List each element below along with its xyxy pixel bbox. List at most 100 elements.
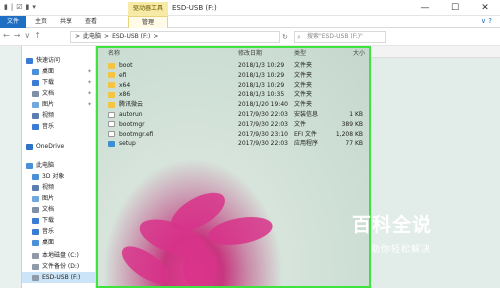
nav-item[interactable]: 图片 ✦ [22,99,96,110]
breadcrumb-this-pc[interactable]: 此电脑 [83,32,101,42]
file-name: efi [119,71,127,79]
file-name: 腾讯微云 [119,101,144,109]
folder-new-icon[interactable]: ▮ [26,3,30,12]
file-type: 文件 [294,120,307,128]
checkbox-icon[interactable]: ☑ [16,3,22,12]
search-input[interactable]: ⌕ 搜索"ESD-USB (F:)" [294,31,386,43]
drive-icon [32,252,39,259]
file-row[interactable]: setup 2017/9/30 22:03 应用程序 77 KB [98,139,369,148]
recent-dropdown-icon[interactable]: ∨ [24,31,30,40]
tab-share[interactable]: 共享 [55,16,77,28]
nav-item-label: 音乐 [42,228,55,235]
address-bar[interactable]: > 此电脑 > ESD-USB (F:) > [70,31,280,43]
file-row[interactable]: autorun 2017/9/30 22:03 安装信息 1 KB [98,110,369,119]
back-arrow-icon[interactable]: ← [3,31,10,40]
watermark-title: 百科全说 [352,214,433,236]
cloud-icon [26,143,33,150]
nav-item[interactable]: 3D 对象 [22,171,96,182]
breadcrumb-separator: > [75,33,81,40]
file-row[interactable]: x64 2018/1/3 10:29 文件夹 [98,81,369,90]
file-row[interactable]: boot 2018/1/3 10:29 文件夹 [98,61,369,70]
file-row[interactable]: 腾讯微云 2018/1/20 19:40 文件夹 [98,100,369,109]
column-size[interactable]: 大小 [353,48,365,60]
ribbon-expand-help[interactable]: ∨ ? [481,17,492,25]
file-date: 2018/1/3 10:35 [238,91,285,99]
file-date: 2017/9/30 22:03 [238,140,288,148]
folder-icon[interactable]: ▮ [4,3,8,12]
tab-view[interactable]: 查看 [80,16,102,28]
picture-icon [32,101,39,108]
nav-item[interactable]: 音乐 [22,121,96,132]
file-name: bootmgr [119,120,145,128]
nav-item[interactable]: 本地磁盘 (C:) [22,250,96,261]
nav-item[interactable]: 文件备份 (D:) [22,261,96,272]
nav-item-label: 视频 [42,112,55,119]
file-type: EFI 文件 [294,130,317,138]
folder-icon [108,91,115,98]
file-row[interactable]: bootmgr.efi 2017/9/30 23:10 EFI 文件 1,208 KB [98,130,369,139]
nav-item[interactable]: ESD-USB (F:) [22,272,96,283]
maximize-button[interactable]: ☐ [440,0,470,16]
navigation-buttons: ← → ∨ ↑ [3,31,41,40]
tab-home[interactable]: 主页 [30,16,52,28]
file-size: 77 KB [345,140,363,148]
nav-item[interactable]: 快速访问 [22,55,96,66]
column-name[interactable]: 名称 [108,48,120,60]
breadcrumb-separator: > [104,33,110,40]
nav-item[interactable]: 视频 [22,110,96,121]
usb-drive-icon [32,274,39,281]
star-icon [26,57,33,64]
nav-item-label: 此电脑 [36,162,55,169]
nav-item-label: ESD-USB (F:) [42,274,81,281]
file-name: x86 [119,91,131,99]
nav-item-label: 本地磁盘 (C:) [42,252,79,259]
file-row[interactable]: efi 2018/1/3 10:29 文件夹 [98,71,369,80]
nav-item[interactable]: 下载 ✦ [22,77,96,88]
up-arrow-icon[interactable]: ↑ [34,31,41,40]
column-type[interactable]: 类型 [294,48,306,60]
tab-file[interactable]: 文件 [0,16,26,28]
file-row[interactable]: bootmgr 2017/9/30 22:03 文件 389 KB [98,120,369,129]
breadcrumb-separator: > [153,33,159,40]
breadcrumb-drive[interactable]: ESD-USB (F:) [112,32,150,42]
address-row: ← → ∨ ↑ > 此电脑 > ESD-USB (F:) > ↻ ⌕ 搜索"ES… [0,28,500,46]
dropdown-arrow-icon[interactable]: ▾ [32,3,36,12]
nav-item-label: 视频 [42,184,55,191]
file-date: 2018/1/20 19:40 [238,101,288,109]
nav-item[interactable]: 此电脑 [22,160,96,171]
nav-item-label: 3D 对象 [42,173,65,180]
close-button[interactable]: ✕ [470,0,500,16]
nav-item[interactable]: 文档 ✦ [22,88,96,99]
search-placeholder: 搜索"ESD-USB (F:)" [307,33,363,40]
nav-item-label: 下载 [42,217,55,224]
nav-item-label: 下载 [42,79,55,86]
pin-icon: ✦ [86,79,92,86]
nav-item[interactable]: OneDrive [22,141,96,152]
pin-icon: ✦ [86,101,92,108]
nav-item[interactable]: 图片 [22,193,96,204]
nav-item[interactable]: 视频 [22,182,96,193]
file-row[interactable]: x86 2018/1/3 10:35 文件夹 [98,90,369,99]
nav-item-label: 桌面 [42,68,55,75]
file-type: 应用程序 [294,140,319,148]
nav-item[interactable]: 下载 [22,215,96,226]
window-controls: — ☐ ✕ [410,0,500,16]
nav-item[interactable]: 桌面 ✦ [22,66,96,77]
refresh-icon[interactable]: ↻ [282,31,292,43]
nav-item-label: 文件备份 (D:) [42,263,80,270]
picture-icon [32,195,39,202]
file-name: boot [119,62,133,69]
column-date[interactable]: 修改日期 [238,48,262,60]
forward-arrow-icon[interactable]: → [14,31,21,40]
nav-item[interactable]: 桌面 [22,237,96,248]
minimize-button[interactable]: — [410,0,440,16]
file-name: autorun [119,111,143,118]
file-name: setup [119,140,136,148]
nav-item[interactable]: 文档 [22,204,96,215]
tab-manage[interactable]: 管理 [128,16,168,28]
nav-item[interactable]: 音乐 [22,226,96,237]
file-size: 1,208 KB [335,130,363,138]
nav-item-label: 图片 [42,101,55,108]
drive-tools-tab[interactable]: 驱动器工具 [128,2,168,16]
window-title: ESD-USB (F:) [172,4,217,12]
